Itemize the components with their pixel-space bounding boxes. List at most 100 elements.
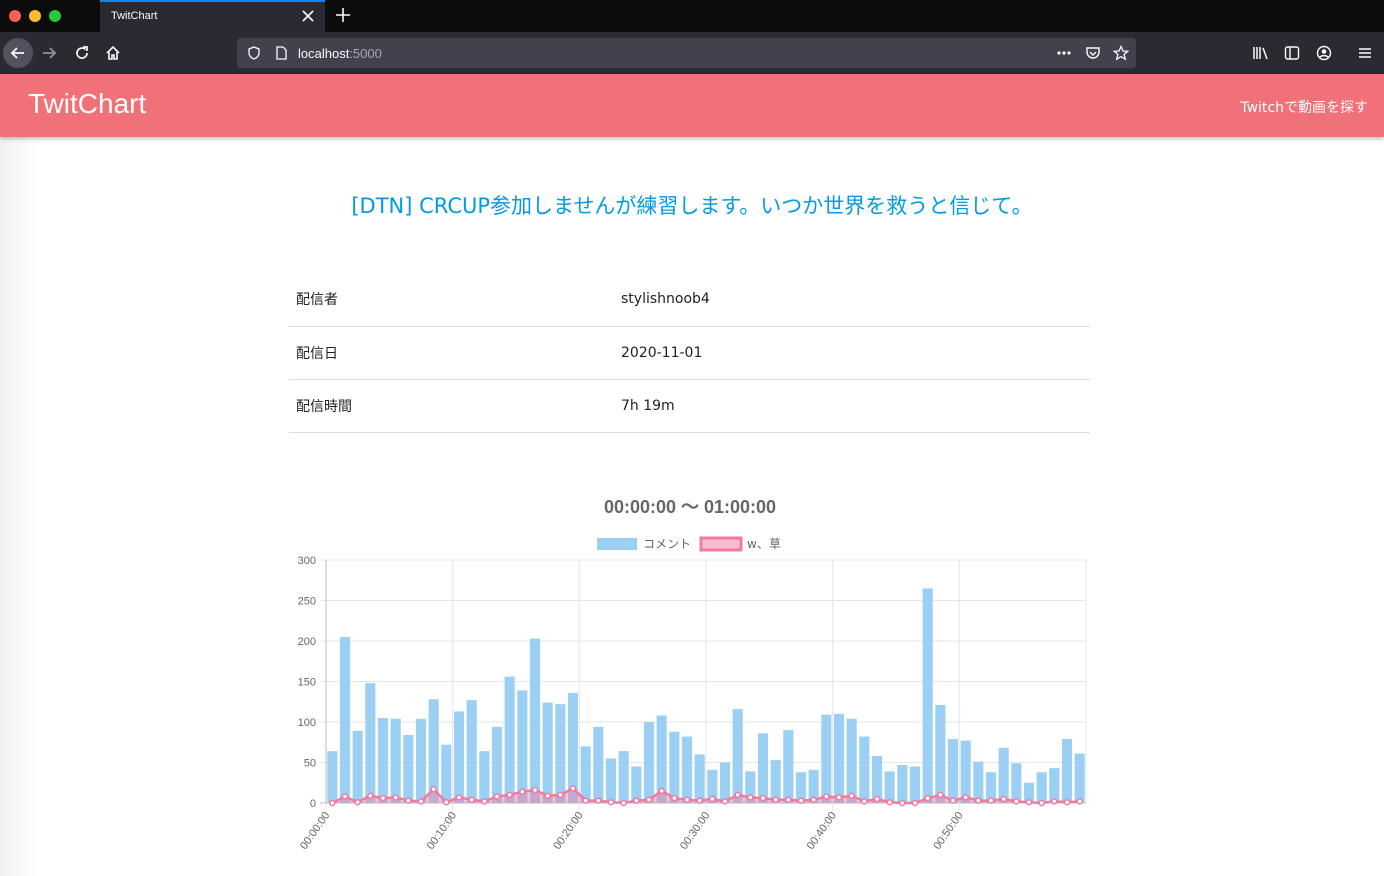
find-video-link[interactable]: Twitchで動画を探す xyxy=(1240,97,1368,117)
home-button[interactable] xyxy=(101,41,125,65)
comment-bar xyxy=(453,711,465,803)
comment-bar xyxy=(973,761,984,803)
kusa-point xyxy=(734,791,741,799)
kusa-point xyxy=(620,799,627,807)
info-label: 配信日 xyxy=(296,345,338,362)
url-bar[interactable]: localhost:5000 xyxy=(237,38,1136,68)
kusa-point xyxy=(430,785,437,793)
reload-icon xyxy=(76,46,88,59)
arrow-right-icon xyxy=(43,47,57,59)
comment-bar xyxy=(1011,763,1022,803)
forward-button[interactable] xyxy=(37,41,61,65)
brand-logo[interactable]: TwitChart xyxy=(28,88,146,120)
reload-button[interactable] xyxy=(70,41,94,65)
y-tick-label: 0 xyxy=(310,798,316,810)
info-label: 配信時間 xyxy=(296,398,352,415)
kusa-point xyxy=(886,798,893,806)
kusa-point xyxy=(392,794,399,801)
kusa-point xyxy=(379,794,387,802)
y-tick-label: 250 xyxy=(298,596,316,608)
bookmark-star-icon[interactable] xyxy=(1112,44,1130,62)
shield-icon[interactable] xyxy=(245,44,263,62)
comment-bar xyxy=(415,718,427,803)
kusa-point xyxy=(671,794,678,802)
more-actions-icon[interactable] xyxy=(1055,44,1073,62)
y-tick-label: 200 xyxy=(298,636,316,648)
url-text[interactable]: localhost:5000 xyxy=(298,46,382,61)
kusa-point xyxy=(417,798,425,805)
kusa-point xyxy=(924,794,931,802)
comment-bar xyxy=(390,718,401,803)
kusa-point xyxy=(873,795,881,803)
kusa-point xyxy=(481,798,488,805)
comment-bar xyxy=(339,636,351,803)
legend-label-comments: コメント xyxy=(643,537,691,551)
kusa-point xyxy=(899,799,906,807)
kusa-point xyxy=(949,797,957,804)
comment-bar xyxy=(555,704,566,803)
comment-bar xyxy=(466,700,477,803)
video-info-table: 配信者 stylishnoob4 配信日 2020-11-01 配信時間 7h … xyxy=(289,273,1090,433)
comment-bar xyxy=(1036,772,1047,803)
comment-bar xyxy=(694,754,705,803)
window-maximize-button[interactable] xyxy=(49,10,61,22)
comment-bar xyxy=(605,758,617,803)
comment-bar xyxy=(859,736,870,803)
kusa-point xyxy=(354,798,361,806)
new-tab-icon[interactable] xyxy=(334,6,352,24)
comment-bar xyxy=(757,733,769,803)
library-button[interactable] xyxy=(1249,41,1273,65)
y-tick-label: 50 xyxy=(304,758,316,770)
kusa-point xyxy=(1000,795,1007,803)
url-host: localhost xyxy=(298,46,350,61)
menu-button[interactable] xyxy=(1353,41,1377,65)
chart-title: 00:00:00 〜 01:00:00 xyxy=(603,497,777,517)
kusa-point xyxy=(367,792,374,799)
legend-swatch-kusa xyxy=(699,536,743,552)
kusa-point xyxy=(1063,798,1071,806)
y-tick-label: 100 xyxy=(298,717,316,729)
comment-bar xyxy=(833,713,845,803)
close-icon[interactable] xyxy=(301,9,315,23)
kusa-point xyxy=(658,787,665,795)
kusa-point xyxy=(544,792,551,799)
comment-bar xyxy=(593,726,604,803)
kusa-point xyxy=(633,797,640,804)
legend-label-kusa: w、草 xyxy=(747,537,781,551)
comment-bar xyxy=(479,751,490,803)
kusa-point xyxy=(797,797,805,804)
kusa-point xyxy=(785,796,792,804)
comment-bar xyxy=(897,764,908,803)
page-icon[interactable] xyxy=(272,44,290,62)
kusa-point xyxy=(405,797,412,804)
y-tick-label: 300 xyxy=(298,555,316,567)
comment-bar xyxy=(884,771,895,803)
sidebar-icon xyxy=(1284,46,1300,60)
x-tick-label: 00:30:00 xyxy=(678,810,712,852)
window-close-button[interactable] xyxy=(9,10,21,22)
legend-swatch-comments xyxy=(597,538,637,550)
kusa-point xyxy=(810,796,817,804)
browser-tab-active[interactable]: TwitChart xyxy=(100,0,325,32)
back-button[interactable] xyxy=(3,38,33,68)
kusa-point xyxy=(962,794,969,801)
info-row-duration: 配信時間 7h 19m xyxy=(289,379,1090,432)
comment-bar xyxy=(1074,753,1085,803)
kusa-point xyxy=(759,794,767,802)
app-header: TwitChart Twitchで動画を探す xyxy=(0,74,1384,137)
pocket-icon[interactable] xyxy=(1084,44,1102,62)
library-icon xyxy=(1253,47,1268,60)
comment-bar xyxy=(821,714,832,803)
comment-bar xyxy=(365,683,376,803)
kusa-point xyxy=(1076,798,1083,805)
streamer-link[interactable]: stylishnoob4 xyxy=(621,273,1090,326)
comment-bar xyxy=(618,751,629,803)
comment-bar xyxy=(947,739,959,803)
sidebar-button[interactable] xyxy=(1280,41,1304,65)
comment-bar xyxy=(643,722,655,803)
kusa-point xyxy=(607,798,615,806)
window-minimize-button[interactable] xyxy=(29,10,41,22)
browser-toolbar: localhost:5000 xyxy=(0,32,1384,74)
account-button[interactable] xyxy=(1312,41,1336,65)
kusa-point xyxy=(683,796,691,804)
